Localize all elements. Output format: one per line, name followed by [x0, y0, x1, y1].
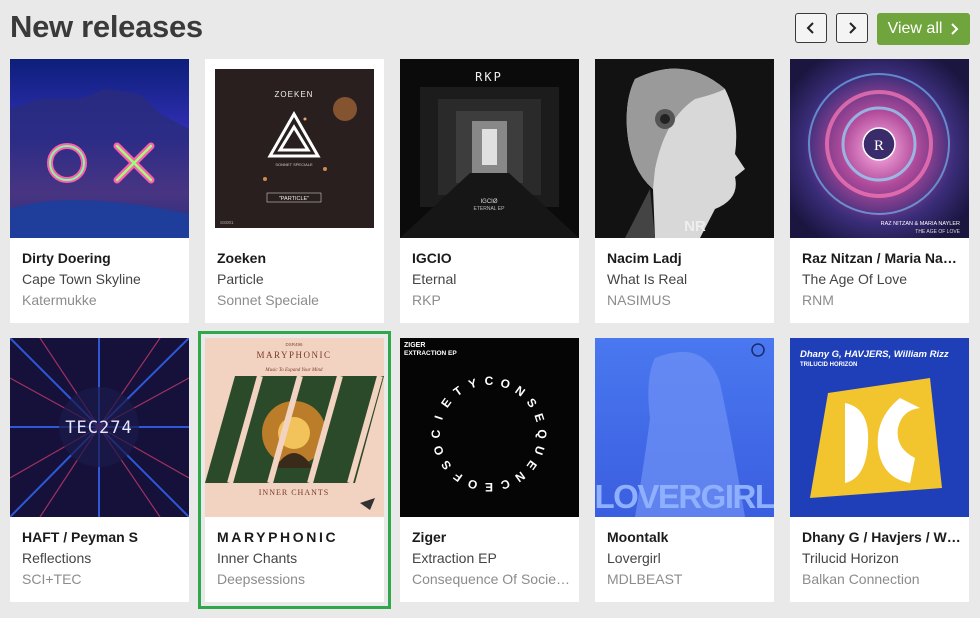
- track-title[interactable]: The Age Of Love: [802, 271, 961, 289]
- release-card[interactable]: RKP IGCIØ ETERNAL EP IGCIO Eternal RKP: [400, 59, 579, 323]
- record-label[interactable]: Sonnet Speciale: [217, 292, 376, 310]
- record-label[interactable]: Deepsessions: [217, 571, 376, 589]
- art-logo: NR: [684, 218, 706, 235]
- art-title: LOVERGIRL: [595, 478, 774, 515]
- artist-name[interactable]: HAFT / Peyman S: [22, 529, 181, 547]
- cover-art[interactable]: NR: [595, 59, 774, 238]
- track-title[interactable]: Inner Chants: [217, 550, 376, 568]
- track-title[interactable]: Particle: [217, 271, 376, 289]
- artist-name[interactable]: MARYPHONIC: [217, 529, 376, 547]
- art-title: ZOEKEN: [275, 90, 314, 99]
- art-subtitle: "PARTICLE": [279, 196, 309, 202]
- previous-button[interactable]: [795, 13, 827, 43]
- art-code: DSR496: [285, 342, 303, 347]
- cover-art[interactable]: R RAZ NITZAN & MARIA NAYLER THE AGE OF L…: [790, 59, 969, 238]
- release-card[interactable]: R RAZ NITZAN & MARIA NAYLER THE AGE OF L…: [790, 59, 969, 323]
- record-label[interactable]: Balkan Connection: [802, 571, 961, 589]
- art-title: ZIGER: [404, 342, 425, 349]
- artist-name[interactable]: Dirty Doering: [22, 250, 181, 268]
- artist-name[interactable]: Zoeken: [217, 250, 376, 268]
- art-title: RKP: [475, 70, 503, 84]
- art-tagline: Music To Expand Your Mind: [264, 368, 323, 373]
- release-card[interactable]: TEC274 HAFT / Peyman S Reflections SCI+T…: [10, 338, 189, 602]
- svg-text:R: R: [874, 138, 884, 154]
- ring-letter: Q: [535, 429, 549, 438]
- release-card[interactable]: Dirty Doering Cape Town Skyline Katermuk…: [10, 59, 189, 323]
- art-code: SS001: [220, 220, 234, 225]
- cover-art[interactable]: [10, 59, 189, 238]
- artist-name[interactable]: Dhany G / Havjers / W…: [802, 529, 961, 547]
- artist-name[interactable]: Nacim Ladj: [607, 250, 766, 268]
- track-title[interactable]: Trilucid Horizon: [802, 550, 961, 568]
- artist-name[interactable]: Ziger: [412, 529, 571, 547]
- release-card[interactable]: Dhany G, HAVJERS, William Rizz TRILUCID …: [790, 338, 969, 602]
- record-label[interactable]: RKP: [412, 292, 571, 310]
- track-title[interactable]: What Is Real: [607, 271, 766, 289]
- ring-letter: C: [429, 429, 443, 438]
- release-card[interactable]: NR Nacim Ladj What Is Real NASIMUS: [595, 59, 774, 323]
- artist-name[interactable]: IGCIO: [412, 250, 571, 268]
- track-title[interactable]: Cape Town Skyline: [22, 271, 181, 289]
- next-button[interactable]: [836, 13, 868, 43]
- view-all-label: View all: [887, 20, 943, 37]
- art-brand: SONNET SPECIALE: [275, 162, 313, 167]
- release-card[interactable]: ZIGER EXTRACTION EP CONSEQUENCEOFSOCIETY…: [400, 338, 579, 602]
- view-all-button[interactable]: View all: [877, 13, 970, 45]
- ring-letter: C: [485, 374, 494, 388]
- section-header: New releases View all: [0, 0, 980, 58]
- cover-art[interactable]: DSR496 MARYPHONIC Music To Expand Your M…: [205, 338, 384, 517]
- art-artists: Dhany G, HAVJERS, William Rizz: [800, 349, 949, 360]
- art-artists: RAZ NITZAN & MARIA NAYLER: [881, 221, 960, 227]
- track-title[interactable]: Lovergirl: [607, 550, 766, 568]
- release-card-selected[interactable]: DSR496 MARYPHONIC Music To Expand Your M…: [198, 331, 391, 609]
- cover-art[interactable]: ZOEKEN SONNET SPECIALE "PARTICLE" SS001: [205, 59, 384, 238]
- cover-art[interactable]: TEC274: [10, 338, 189, 517]
- release-card[interactable]: ZOEKEN SONNET SPECIALE "PARTICLE" SS001 …: [205, 59, 384, 323]
- record-label[interactable]: NASIMUS: [607, 292, 766, 310]
- cover-art[interactable]: LOVERGIRL: [595, 338, 774, 517]
- art-subtitle: THE AGE OF LOVE: [915, 229, 960, 235]
- record-label[interactable]: MDLBEAST: [607, 571, 766, 589]
- record-label[interactable]: RNM: [802, 292, 961, 310]
- chevron-left-icon: [806, 22, 814, 34]
- ring-letter: E: [485, 480, 493, 494]
- art-subtitle: INNER CHANTS: [259, 488, 329, 497]
- record-label[interactable]: Consequence Of Socie…: [412, 571, 571, 589]
- artist-name[interactable]: Moontalk: [607, 529, 766, 547]
- cover-art[interactable]: Dhany G, HAVJERS, William Rizz TRILUCID …: [790, 338, 969, 517]
- record-label[interactable]: SCI+TEC: [22, 571, 181, 589]
- artist-name[interactable]: Raz Nitzan / Maria Na…: [802, 250, 961, 268]
- release-card[interactable]: LOVERGIRL Moontalk Lovergirl MDLBEAST: [595, 338, 774, 602]
- art-title: TEC274: [65, 418, 132, 438]
- art-subtitle: IGCIØ: [480, 199, 497, 205]
- chevron-right-icon: [951, 23, 959, 35]
- cover-art[interactable]: RKP IGCIØ ETERNAL EP: [400, 59, 579, 238]
- chevron-right-icon: [849, 22, 857, 34]
- track-title[interactable]: Reflections: [22, 550, 181, 568]
- art-subtitle: TRILUCID HORIZON: [800, 362, 857, 368]
- record-label[interactable]: Katermukke: [22, 292, 181, 310]
- art-subtitle: EXTRACTION EP: [404, 350, 457, 357]
- track-title[interactable]: Extraction EP: [412, 550, 571, 568]
- cover-art[interactable]: ZIGER EXTRACTION EP CONSEQUENCEOFSOCIETY: [400, 338, 579, 517]
- track-title[interactable]: Eternal: [412, 271, 571, 289]
- section-title: New releases: [10, 9, 203, 44]
- art-title: MARYPHONIC: [256, 350, 331, 360]
- art-subtitle-2: ETERNAL EP: [474, 206, 506, 212]
